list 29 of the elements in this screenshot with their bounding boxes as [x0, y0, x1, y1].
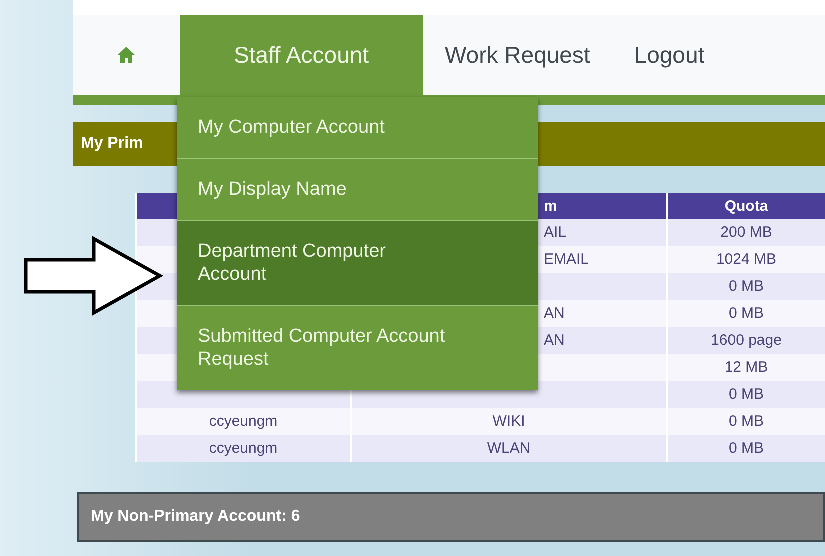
table-cell: 0 MB: [728, 305, 764, 322]
menu-item[interactable]: Department Computer Account: [177, 220, 538, 305]
table-cell: 1600 page: [711, 332, 782, 349]
menu-item[interactable]: My Computer Account: [177, 97, 538, 158]
column-header: Quota: [724, 198, 768, 214]
table-cell: 1024 MB: [716, 251, 777, 268]
section-title: My Prim: [80, 135, 144, 153]
nav-tab[interactable]: Work Request: [423, 15, 612, 95]
nav-tab[interactable]: Staff Account: [180, 15, 423, 95]
menu-item[interactable]: My Display Name: [177, 158, 538, 220]
nav-tab[interactable]: Logout: [612, 15, 727, 95]
table-cell: 200 MB: [720, 224, 772, 241]
column-header: m: [544, 198, 558, 214]
section-title: My Non-Primary Account: 6: [90, 508, 300, 526]
table-cell: AIL: [544, 224, 567, 241]
table-cell: AN: [544, 332, 565, 349]
table-cell: 0 MB: [728, 440, 764, 457]
table-cell: 0 MB: [728, 386, 764, 403]
table-cell: 0 MB: [728, 413, 764, 430]
table-cell: WIKI: [492, 413, 526, 430]
table-cell: AN: [544, 305, 565, 322]
table-cell: 12 MB: [724, 359, 768, 376]
table-cell: ccyeungm: [209, 413, 278, 430]
table-cell: ccyeungm: [209, 440, 278, 457]
home-icon[interactable]: [118, 47, 135, 63]
menu-item[interactable]: Submitted Computer Account Request: [177, 305, 538, 390]
table-cell: EMAIL: [544, 251, 590, 268]
table-cell: 0 MB: [728, 278, 764, 295]
table-cell: WLAN: [487, 440, 531, 457]
